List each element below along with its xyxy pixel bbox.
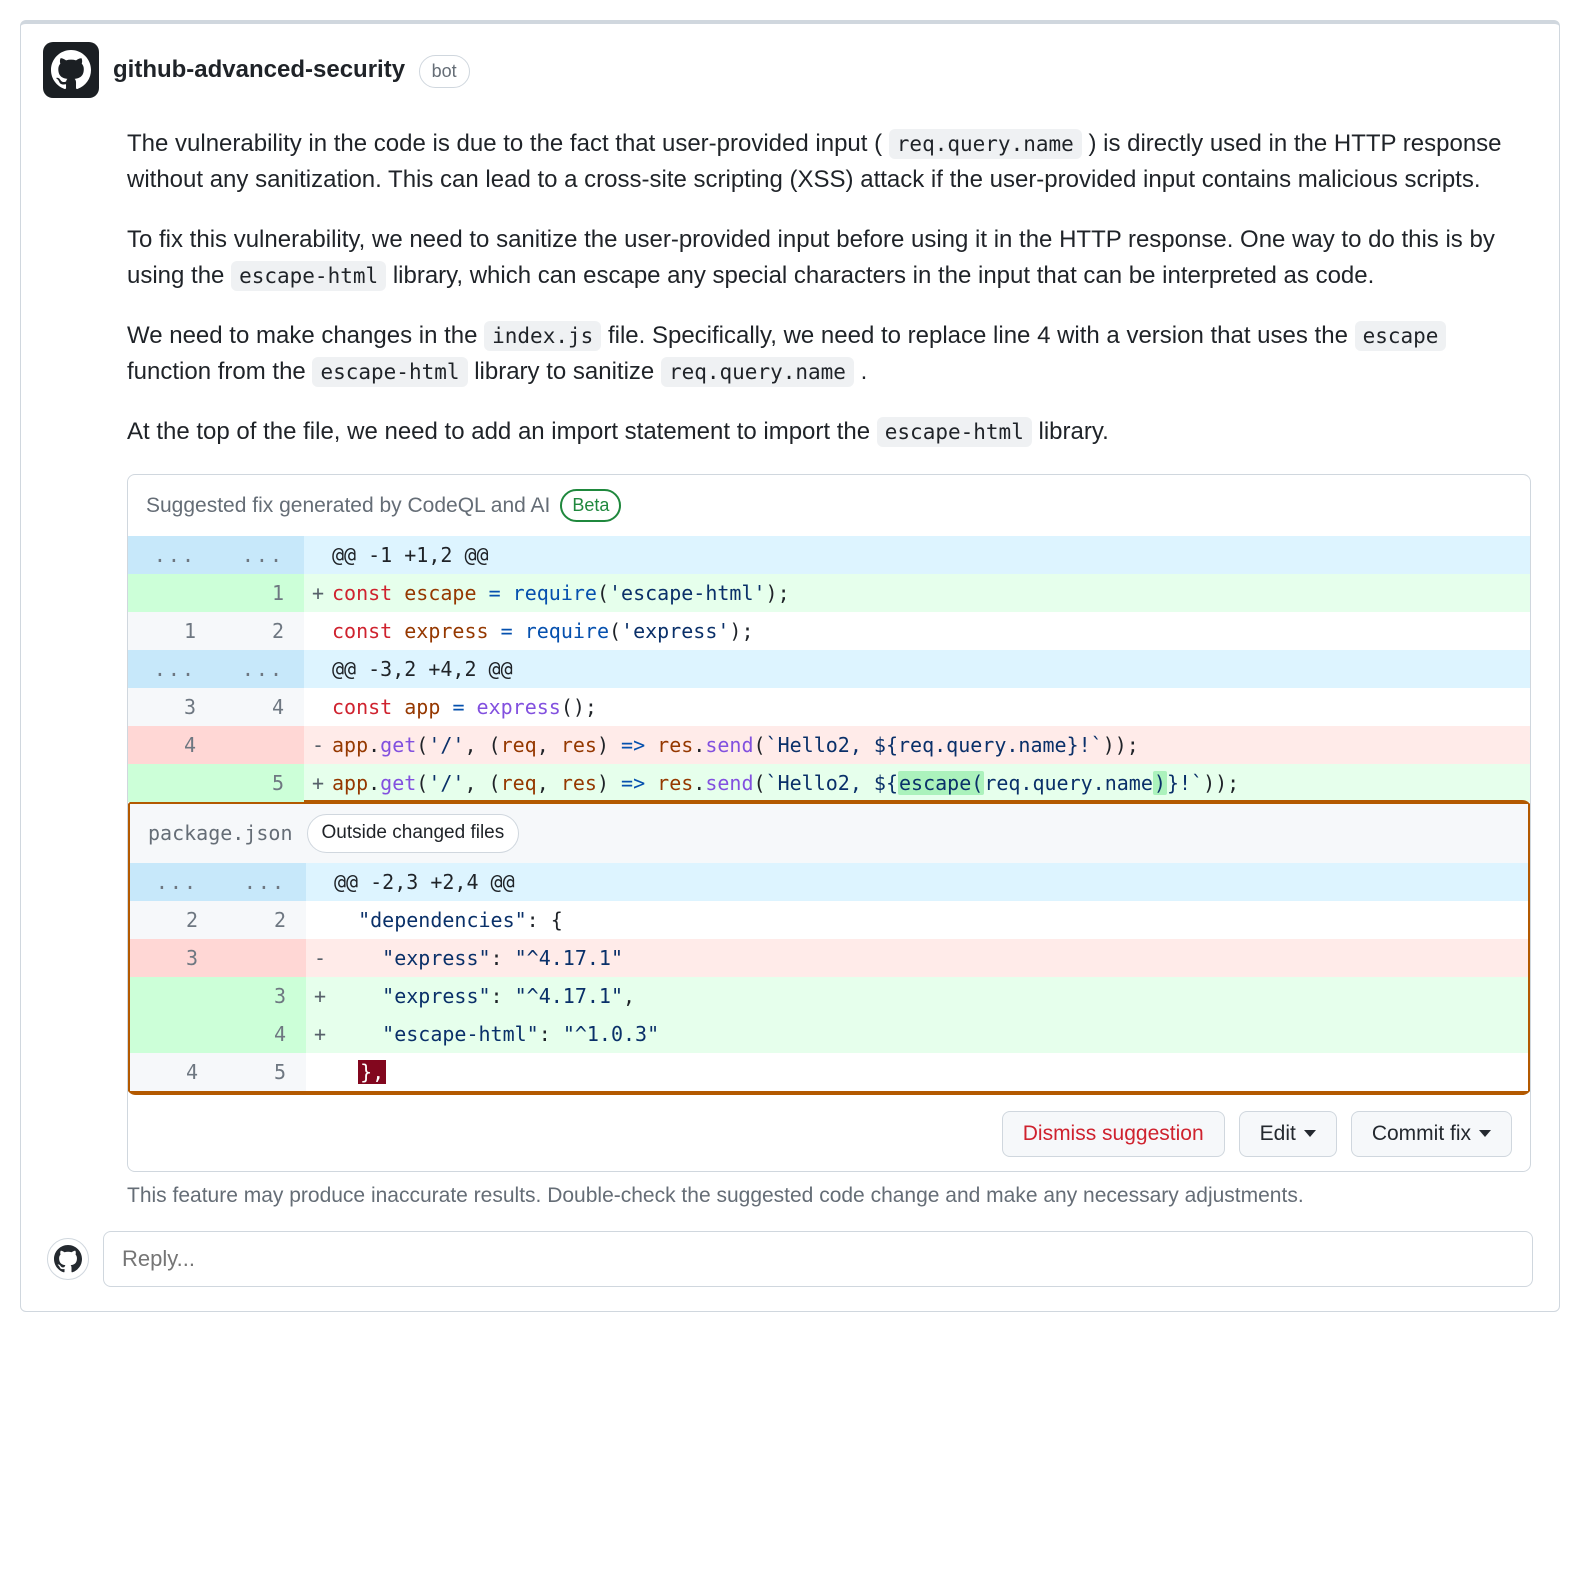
code-req-query-name: req.query.name bbox=[889, 129, 1082, 159]
paragraph-2: To fix this vulnerability, we need to sa… bbox=[127, 222, 1531, 294]
file-name: package.json bbox=[148, 818, 293, 848]
diff-row-context: 12 const express = require('express'); bbox=[128, 612, 1530, 650]
code-req-query-name-2: req.query.name bbox=[661, 357, 854, 387]
code-escape-html-2: escape-html bbox=[312, 357, 467, 387]
highlighted-section: package.json Outside changed files .....… bbox=[127, 800, 1531, 1095]
diff-row-context: 34 const app = express(); bbox=[128, 688, 1530, 726]
code-index-js: index.js bbox=[484, 321, 601, 351]
commit-fix-button[interactable]: Commit fix bbox=[1351, 1111, 1512, 1157]
disclaimer-text: This feature may produce inaccurate resu… bbox=[21, 1172, 1559, 1212]
comment-header: github-advanced-security bot bbox=[21, 24, 1559, 104]
octocat-icon bbox=[54, 1245, 82, 1273]
suggestion-box: Suggested fix generated by CodeQL and AI… bbox=[127, 474, 1531, 1172]
edit-button[interactable]: Edit bbox=[1239, 1111, 1337, 1157]
diff-row-deleted: 3- "express": "^4.17.1" bbox=[130, 939, 1528, 977]
code-escape-html-3: escape-html bbox=[877, 417, 1032, 447]
diff-row-added: 1+ const escape = require('escape-html')… bbox=[128, 574, 1530, 612]
diff-hunk: ...... @@ -3,2 +4,2 @@ bbox=[128, 650, 1530, 688]
reply-input[interactable] bbox=[103, 1231, 1533, 1287]
paragraph-3: We need to make changes in the index.js … bbox=[127, 318, 1531, 390]
outside-changed-files-badge: Outside changed files bbox=[307, 814, 520, 853]
diff-row-added: 3+ "express": "^4.17.1", bbox=[130, 977, 1528, 1015]
diff-row-context: 45 }, bbox=[130, 1053, 1528, 1091]
author-line: github-advanced-security bot bbox=[113, 52, 470, 88]
code-escape-html: escape-html bbox=[231, 261, 386, 291]
paragraph-4: At the top of the file, we need to add a… bbox=[127, 414, 1531, 450]
file-header: package.json Outside changed files bbox=[130, 804, 1528, 863]
diff-row-added: 5+ app.get('/', (req, res) => res.send(`… bbox=[128, 764, 1530, 802]
comment-container: github-advanced-security bot The vulnera… bbox=[20, 20, 1560, 1312]
dismiss-suggestion-button[interactable]: Dismiss suggestion bbox=[1002, 1111, 1225, 1157]
reply-row bbox=[21, 1211, 1559, 1287]
github-avatar bbox=[43, 42, 99, 98]
chevron-down-icon bbox=[1479, 1130, 1491, 1137]
bot-badge: bot bbox=[419, 55, 470, 88]
code-escape: escape bbox=[1355, 321, 1447, 351]
diff-row-deleted: 4- app.get('/', (req, res) => res.send(`… bbox=[128, 726, 1530, 764]
user-avatar bbox=[47, 1238, 89, 1280]
suggestion-actions: Dismiss suggestion Edit Commit fix bbox=[128, 1093, 1530, 1171]
diff-hunk: ...... @@ -1 +1,2 @@ bbox=[128, 536, 1530, 574]
diff-row-context: 22 "dependencies": { bbox=[130, 901, 1528, 939]
chevron-down-icon bbox=[1304, 1130, 1316, 1137]
beta-badge: Beta bbox=[560, 489, 621, 522]
author-name[interactable]: github-advanced-security bbox=[113, 56, 405, 83]
suggestion-header: Suggested fix generated by CodeQL and AI… bbox=[128, 475, 1530, 536]
comment-body: The vulnerability in the code is due to … bbox=[21, 104, 1559, 450]
github-mark-icon bbox=[51, 50, 91, 90]
diff-hunk: ...... @@ -2,3 +2,4 @@ bbox=[130, 863, 1528, 901]
diff-row-added: 4+ "escape-html": "^1.0.3" bbox=[130, 1015, 1528, 1053]
paragraph-1: The vulnerability in the code is due to … bbox=[127, 126, 1531, 198]
